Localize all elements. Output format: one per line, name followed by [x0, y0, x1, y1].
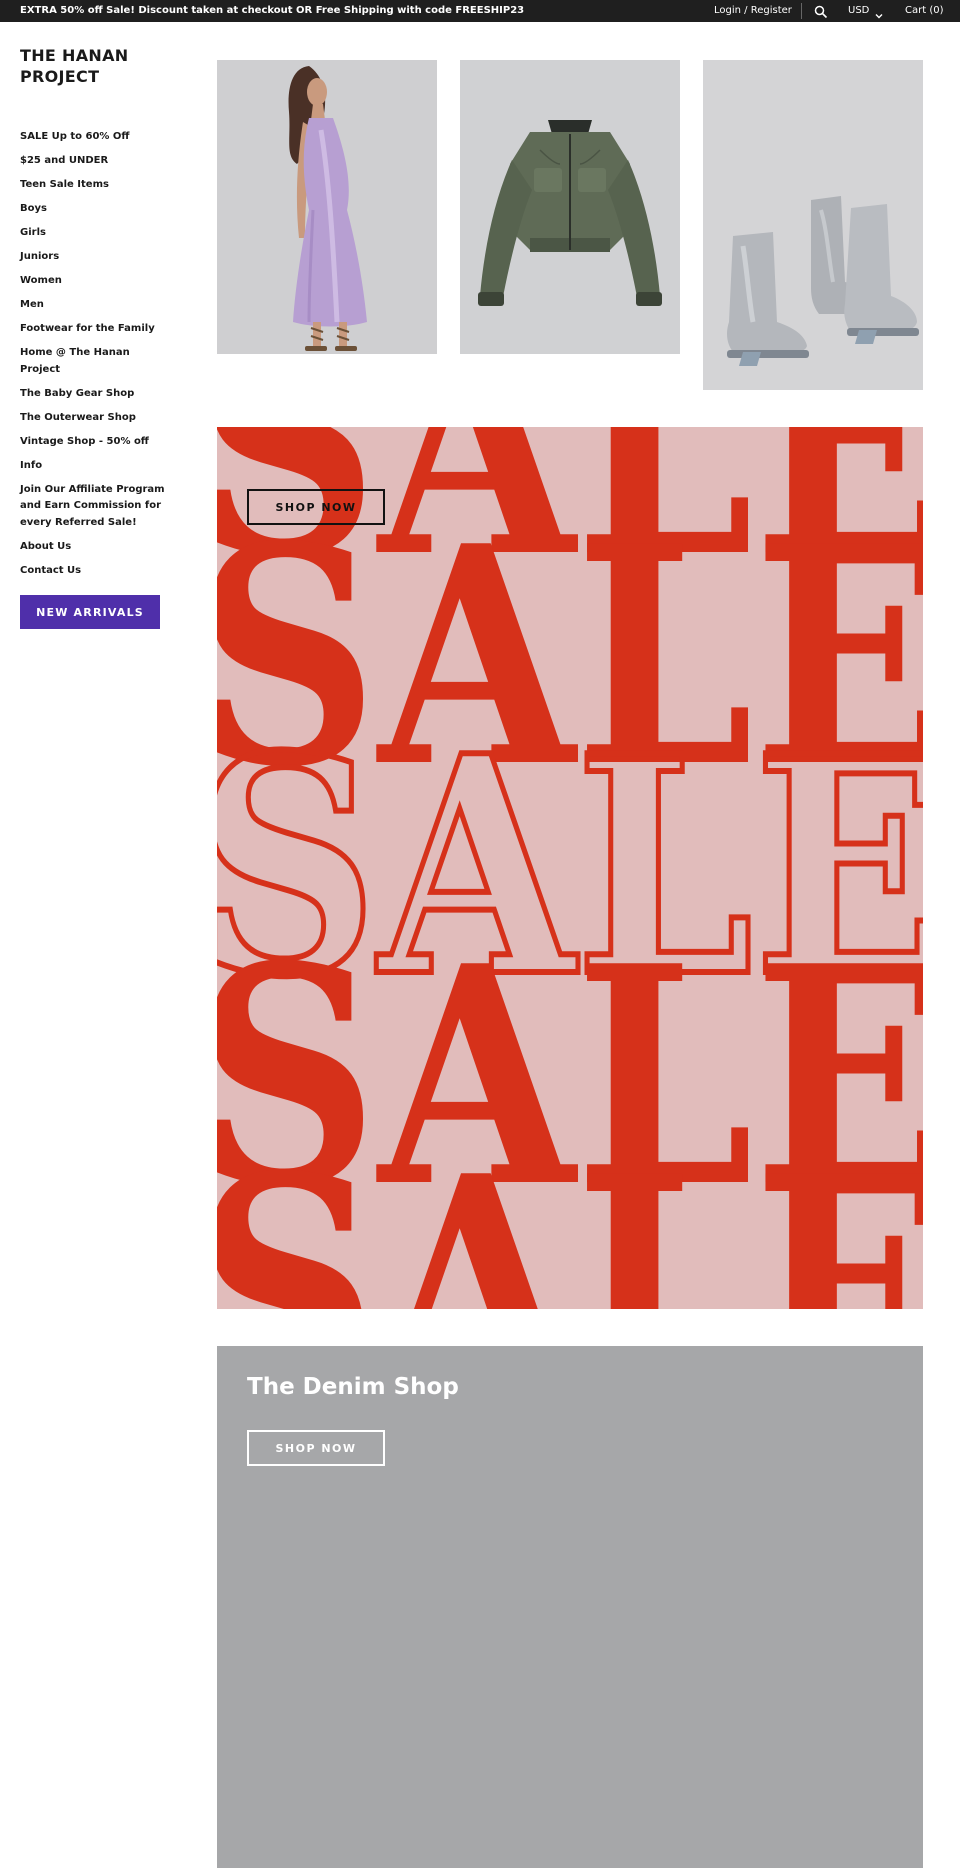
- dress-illustration: [217, 60, 437, 354]
- denim-shop-now-button[interactable]: SHOP NOW: [247, 1430, 385, 1466]
- nav-item-men[interactable]: Men: [20, 297, 170, 314]
- chevron-down-icon[interactable]: [874, 6, 884, 19]
- topbar-divider: [801, 3, 802, 19]
- product-image-jacket[interactable]: [460, 60, 680, 354]
- sale-banner[interactable]: SALE SALE SALE SALE SALE SHOP NOW: [217, 427, 923, 1309]
- nav-item-baby-gear[interactable]: The Baby Gear Shop: [20, 386, 170, 403]
- denim-shop-banner[interactable]: The Denim Shop SHOP NOW: [217, 1346, 923, 1868]
- login-register-link[interactable]: Login / Register: [714, 5, 792, 16]
- nav-item-juniors[interactable]: Juniors: [20, 249, 170, 266]
- nav-item-contact[interactable]: Contact Us: [20, 563, 170, 580]
- nav-item-footwear[interactable]: Footwear for the Family: [20, 321, 170, 338]
- product-image-dress[interactable]: [217, 60, 437, 354]
- currency-selector[interactable]: USD: [848, 5, 869, 16]
- nav-item-info[interactable]: Info: [20, 458, 170, 475]
- search-icon[interactable]: [814, 4, 828, 19]
- nav-item-outerwear[interactable]: The Outerwear Shop: [20, 410, 170, 427]
- denim-shop-title: The Denim Shop: [247, 1374, 459, 1400]
- boots-illustration: [703, 60, 923, 390]
- cart-link[interactable]: Cart (0): [905, 5, 944, 16]
- new-arrivals-button[interactable]: NEW ARRIVALS: [20, 595, 160, 629]
- nav-item-home[interactable]: Home @ The Hanan Project: [20, 345, 170, 378]
- svg-text:SALE: SALE: [217, 1110, 923, 1309]
- nav-item-about[interactable]: About Us: [20, 539, 170, 556]
- nav-item-boys[interactable]: Boys: [20, 201, 170, 218]
- jacket-illustration: [460, 60, 680, 354]
- sale-shop-now-button[interactable]: SHOP NOW: [247, 489, 385, 525]
- nav-item-women[interactable]: Women: [20, 273, 170, 290]
- nav-item-sale[interactable]: SALE Up to 60% Off: [20, 129, 170, 146]
- nav-item-teen-sale[interactable]: Teen Sale Items: [20, 177, 170, 194]
- nav-item-girls[interactable]: Girls: [20, 225, 170, 242]
- announcement-text: EXTRA 50% off Sale! Discount taken at ch…: [20, 5, 525, 16]
- announcement-bar: EXTRA 50% off Sale! Discount taken at ch…: [0, 0, 960, 22]
- nav-item-affiliate[interactable]: Join Our Affiliate Program and Earn Comm…: [20, 482, 170, 532]
- sidebar-nav: SALE Up to 60% Off $25 and UNDER Teen Sa…: [20, 129, 170, 587]
- store-logo[interactable]: THE HANAN PROJECT: [20, 45, 170, 87]
- nav-item-25-and-under[interactable]: $25 and UNDER: [20, 153, 170, 170]
- product-image-boots[interactable]: [703, 60, 923, 390]
- nav-item-vintage[interactable]: Vintage Shop - 50% off: [20, 434, 170, 451]
- sale-typography-art: SALE SALE SALE SALE SALE: [217, 427, 923, 1309]
